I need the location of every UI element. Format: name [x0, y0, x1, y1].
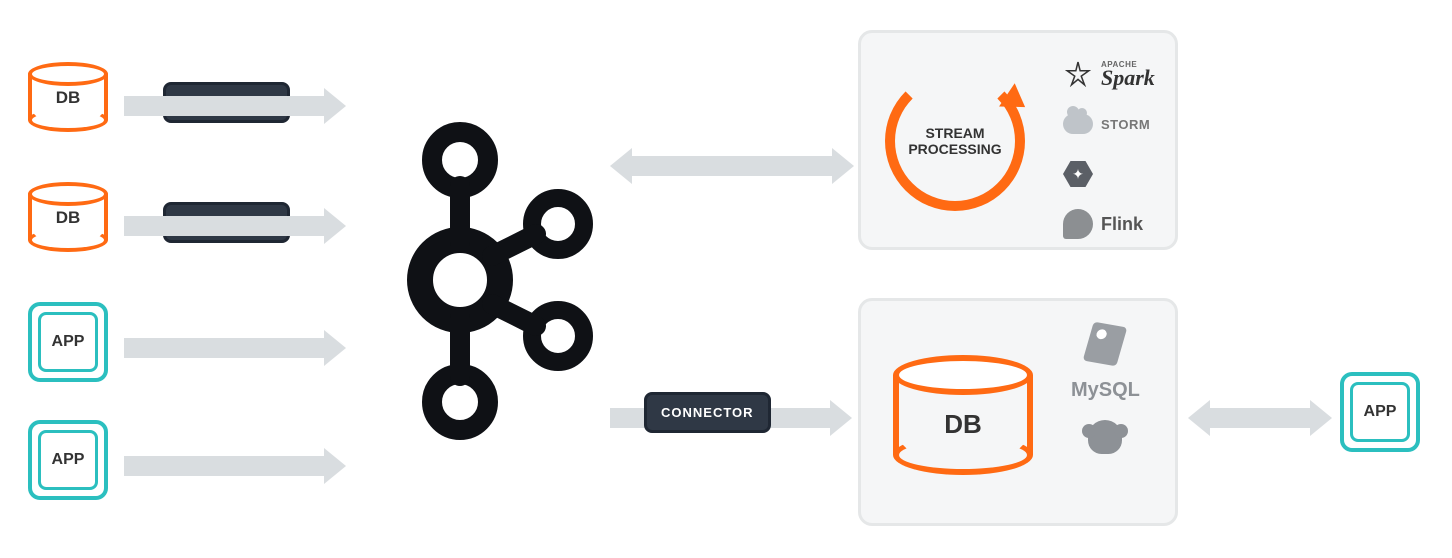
heron-icon [1061, 157, 1095, 191]
tech-storm: STORM [1061, 107, 1150, 141]
spark-icon [1061, 57, 1095, 91]
db-icon: DB [28, 182, 108, 252]
redis-icon [1088, 327, 1122, 361]
storm-icon [1061, 107, 1095, 141]
postgres-icon [1088, 420, 1122, 454]
db-icon: DB [28, 62, 108, 132]
sink-app: APP [1340, 372, 1420, 452]
db-tech-list: MySQL [1071, 327, 1140, 454]
source-db-2: DB [28, 182, 108, 252]
db-icon: DB [893, 355, 1033, 475]
kafka-hub-icon [380, 120, 600, 445]
arrow-right-2 [124, 208, 346, 244]
arrow-right-4 [124, 448, 346, 484]
tech-spark: APACHE Spark [1061, 57, 1155, 91]
app-icon: APP [28, 302, 108, 382]
flink-label: Flink [1101, 214, 1143, 235]
mysql-label: MySQL [1071, 379, 1140, 402]
app-label: APP [32, 306, 104, 378]
spark-label: Spark [1101, 68, 1155, 88]
tech-redis [1088, 327, 1122, 361]
tech-heron [1061, 157, 1095, 191]
app-label: APP [1344, 376, 1416, 448]
app-label: APP [32, 424, 104, 496]
arrow-right-3 [124, 330, 346, 366]
db-sink: DB [893, 355, 1033, 475]
tech-mysql: MySQL [1071, 379, 1140, 402]
app-icon: APP [1340, 372, 1420, 452]
tech-flink: Flink [1061, 207, 1143, 241]
app-icon: APP [28, 420, 108, 500]
stream-ring-label: STREAM PROCESSING [885, 125, 1025, 157]
connector-pill-right: CONNECTOR [644, 392, 771, 433]
stream-tech-list: APACHE Spark STORM Flink [1061, 57, 1155, 241]
arrow-right-1 [124, 88, 346, 124]
arrow-bidir-right [1188, 400, 1332, 436]
tech-postgres [1088, 420, 1122, 454]
db-label: DB [28, 208, 108, 228]
source-app-2: APP [28, 420, 108, 500]
db-sink-panel: DB MySQL [858, 298, 1178, 526]
stream-processing-panel: STREAM PROCESSING APACHE Spark STORM Fli… [858, 30, 1178, 250]
flink-icon [1061, 207, 1095, 241]
source-app-1: APP [28, 302, 108, 382]
source-db-1: DB [28, 62, 108, 132]
storm-label: STORM [1101, 117, 1150, 132]
db-label: DB [893, 409, 1033, 440]
db-label: DB [28, 88, 108, 108]
arrow-bidir-top [610, 148, 854, 184]
